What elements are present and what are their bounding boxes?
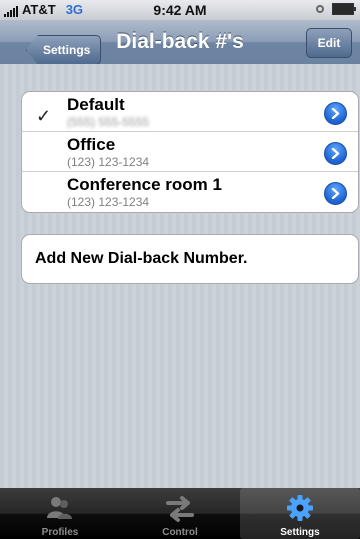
edit-button[interactable]: Edit (306, 28, 352, 58)
number-value: (123) 123-1234 (67, 195, 150, 209)
detail-disclosure-icon[interactable] (324, 182, 347, 205)
number-name: Default (67, 95, 125, 114)
number-value: (123) 123-1234 (67, 155, 150, 169)
navigation-bar: Settings Dial-back #'s Edit (0, 20, 360, 65)
list-item-office[interactable]: Office (123) 123-1234 (22, 132, 358, 172)
tab-settings[interactable]: Settings (240, 488, 360, 539)
checkmark-icon: ✓ (36, 106, 52, 126)
detail-disclosure-icon[interactable] (324, 142, 347, 165)
status-right (316, 3, 356, 15)
add-number-cell[interactable]: Add New Dial-back Number. (21, 234, 359, 284)
add-number-label: Add New Dial-back Number. (35, 250, 248, 267)
lock-rotation-icon (316, 5, 324, 13)
number-value: (555) 555-5555 (67, 115, 150, 129)
arrows-icon (166, 496, 194, 522)
list-item-conference-room-1[interactable]: Conference room 1 (123) 123-1234 (22, 172, 358, 212)
gear-icon (287, 495, 313, 521)
tab-label: Control (162, 527, 198, 538)
tab-control[interactable]: Control (120, 488, 240, 539)
tab-profiles[interactable]: Profiles (0, 488, 120, 539)
number-name: Office (67, 135, 116, 154)
status-time: 9:42 AM (153, 2, 207, 18)
battery-icon (332, 3, 356, 15)
tab-label: Settings (280, 527, 320, 538)
detail-disclosure-icon[interactable] (324, 102, 347, 125)
tab-label: Profiles (41, 527, 79, 538)
dialback-number-list: ✓ Default (555) 555-5555 Office (123) 12… (21, 91, 359, 213)
status-bar: AT&T 3G 9:42 AM (0, 0, 360, 20)
number-name: Conference room 1 (67, 175, 222, 194)
tab-bar: Profiles Control Settings (0, 488, 360, 539)
list-item-default[interactable]: ✓ Default (555) 555-5555 (22, 92, 358, 132)
profiles-icon (47, 497, 72, 519)
